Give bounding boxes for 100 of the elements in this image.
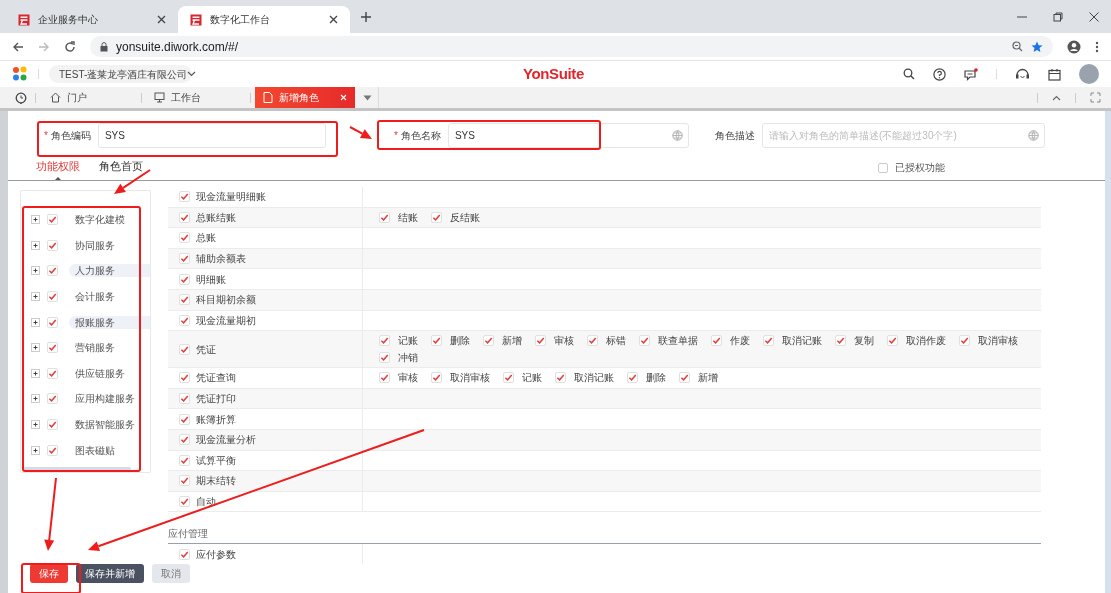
checkbox[interactable] bbox=[179, 372, 190, 384]
checkbox[interactable] bbox=[431, 211, 442, 223]
help-icon[interactable] bbox=[933, 67, 946, 81]
checkbox[interactable] bbox=[179, 253, 190, 265]
expand-icon[interactable] bbox=[31, 368, 40, 378]
restore-icon[interactable] bbox=[1053, 11, 1063, 22]
checkbox[interactable] bbox=[47, 419, 58, 431]
browser-tab[interactable]: 数字化工作台 bbox=[178, 6, 350, 33]
page-tab[interactable]: 新增角色 bbox=[255, 87, 355, 108]
checkbox[interactable] bbox=[179, 343, 190, 355]
checkbox[interactable] bbox=[47, 291, 58, 303]
checkbox[interactable] bbox=[878, 162, 888, 173]
checkbox[interactable] bbox=[179, 294, 190, 306]
checkbox[interactable] bbox=[47, 444, 58, 456]
action-button[interactable]: 保存并新增 bbox=[76, 564, 144, 583]
more-icon[interactable] bbox=[1095, 40, 1099, 53]
expand-icon[interactable] bbox=[31, 317, 40, 327]
checkbox[interactable] bbox=[47, 214, 58, 226]
tree-item[interactable]: 供应链服务 bbox=[69, 366, 150, 380]
checkbox[interactable] bbox=[179, 232, 190, 244]
checkbox[interactable] bbox=[431, 335, 442, 347]
page-tab[interactable]: 门户 bbox=[42, 87, 137, 108]
tree-item[interactable]: 图表磁贴 bbox=[69, 443, 150, 457]
checkbox[interactable] bbox=[47, 239, 58, 251]
text-field[interactable]: SYS bbox=[447, 123, 689, 148]
app-logo-icon[interactable] bbox=[12, 66, 28, 82]
checkbox[interactable] bbox=[503, 372, 514, 384]
checkbox[interactable] bbox=[379, 211, 390, 223]
expand-icon[interactable] bbox=[31, 266, 40, 276]
checkbox[interactable] bbox=[179, 413, 190, 425]
checkbox[interactable] bbox=[587, 335, 598, 347]
checkbox[interactable] bbox=[639, 335, 650, 347]
checkbox[interactable] bbox=[47, 316, 58, 328]
expand-icon[interactable] bbox=[31, 343, 40, 353]
checkbox[interactable] bbox=[711, 335, 722, 347]
checkbox[interactable] bbox=[887, 335, 898, 347]
checkbox[interactable] bbox=[179, 454, 190, 466]
checkbox[interactable] bbox=[535, 335, 546, 347]
expand-icon[interactable] bbox=[31, 394, 40, 404]
checkbox[interactable] bbox=[179, 434, 190, 446]
checkbox[interactable] bbox=[179, 393, 190, 405]
checkbox[interactable] bbox=[47, 393, 58, 405]
headset-icon[interactable] bbox=[1015, 67, 1030, 81]
fullscreen-icon[interactable] bbox=[1090, 92, 1101, 103]
checkbox[interactable] bbox=[431, 372, 442, 384]
back-icon[interactable] bbox=[12, 40, 24, 53]
checkbox[interactable] bbox=[379, 352, 390, 364]
close-icon[interactable] bbox=[157, 15, 166, 24]
checkbox[interactable] bbox=[179, 273, 190, 285]
page-tab[interactable]: 工作台 bbox=[146, 87, 246, 108]
checkbox[interactable] bbox=[179, 548, 190, 560]
dropdown-icon[interactable] bbox=[363, 94, 372, 101]
role-tab[interactable]: 功能权限 bbox=[36, 152, 80, 180]
tree-item[interactable]: 数字化建模 bbox=[69, 213, 150, 227]
expand-icon[interactable] bbox=[31, 215, 40, 225]
checkbox[interactable] bbox=[959, 335, 970, 347]
checkbox[interactable] bbox=[179, 211, 190, 223]
checkbox[interactable] bbox=[379, 335, 390, 347]
checkbox[interactable] bbox=[627, 372, 638, 384]
profile-icon[interactable] bbox=[1067, 39, 1081, 54]
new-tab-icon[interactable] bbox=[360, 10, 372, 23]
close-icon[interactable] bbox=[1089, 11, 1099, 22]
search-icon[interactable] bbox=[903, 68, 915, 80]
message-icon[interactable] bbox=[964, 67, 978, 81]
tree-item[interactable]: 营销服务 bbox=[69, 341, 150, 355]
close-icon[interactable] bbox=[329, 15, 338, 24]
tree-item[interactable]: 报账服务 bbox=[69, 315, 150, 329]
tree-item[interactable]: 人力服务 bbox=[69, 264, 150, 278]
tree-item[interactable]: 会计服务 bbox=[69, 290, 150, 304]
action-button[interactable]: 取消 bbox=[152, 564, 190, 583]
checkbox[interactable] bbox=[483, 335, 494, 347]
calendar-icon[interactable] bbox=[1048, 67, 1061, 81]
scrollbar[interactable] bbox=[23, 467, 131, 471]
star-icon[interactable] bbox=[1031, 40, 1043, 53]
expand-icon[interactable] bbox=[31, 240, 40, 250]
role-tab[interactable]: 角色首页 bbox=[99, 152, 143, 180]
history-icon[interactable] bbox=[15, 91, 27, 104]
expand-icon[interactable] bbox=[31, 420, 40, 430]
checkbox[interactable] bbox=[179, 191, 190, 203]
scrollbar-track[interactable] bbox=[1105, 111, 1111, 593]
address-bar[interactable]: yonsuite.diwork.com/#/ bbox=[90, 36, 1053, 57]
expand-icon[interactable] bbox=[31, 292, 40, 302]
checkbox[interactable] bbox=[763, 335, 774, 347]
zoom-out-icon[interactable] bbox=[1012, 41, 1023, 52]
collapse-icon[interactable] bbox=[1052, 94, 1061, 101]
checkbox[interactable] bbox=[179, 314, 190, 326]
tree-item[interactable]: 应用构建服务 bbox=[69, 392, 150, 406]
expand-icon[interactable] bbox=[31, 445, 40, 455]
checkbox[interactable] bbox=[679, 372, 690, 384]
avatar[interactable] bbox=[1079, 64, 1099, 84]
reload-icon[interactable] bbox=[64, 40, 76, 53]
checkbox[interactable] bbox=[179, 496, 190, 507]
checkbox[interactable] bbox=[555, 372, 566, 384]
checkbox[interactable] bbox=[835, 335, 846, 347]
tree-item[interactable]: 数据智能服务 bbox=[69, 418, 150, 432]
checkbox[interactable] bbox=[47, 342, 58, 354]
checkbox[interactable] bbox=[47, 265, 58, 277]
checkbox[interactable] bbox=[179, 475, 190, 487]
checkbox[interactable] bbox=[47, 367, 58, 379]
tree-item[interactable]: 协同服务 bbox=[69, 238, 150, 252]
